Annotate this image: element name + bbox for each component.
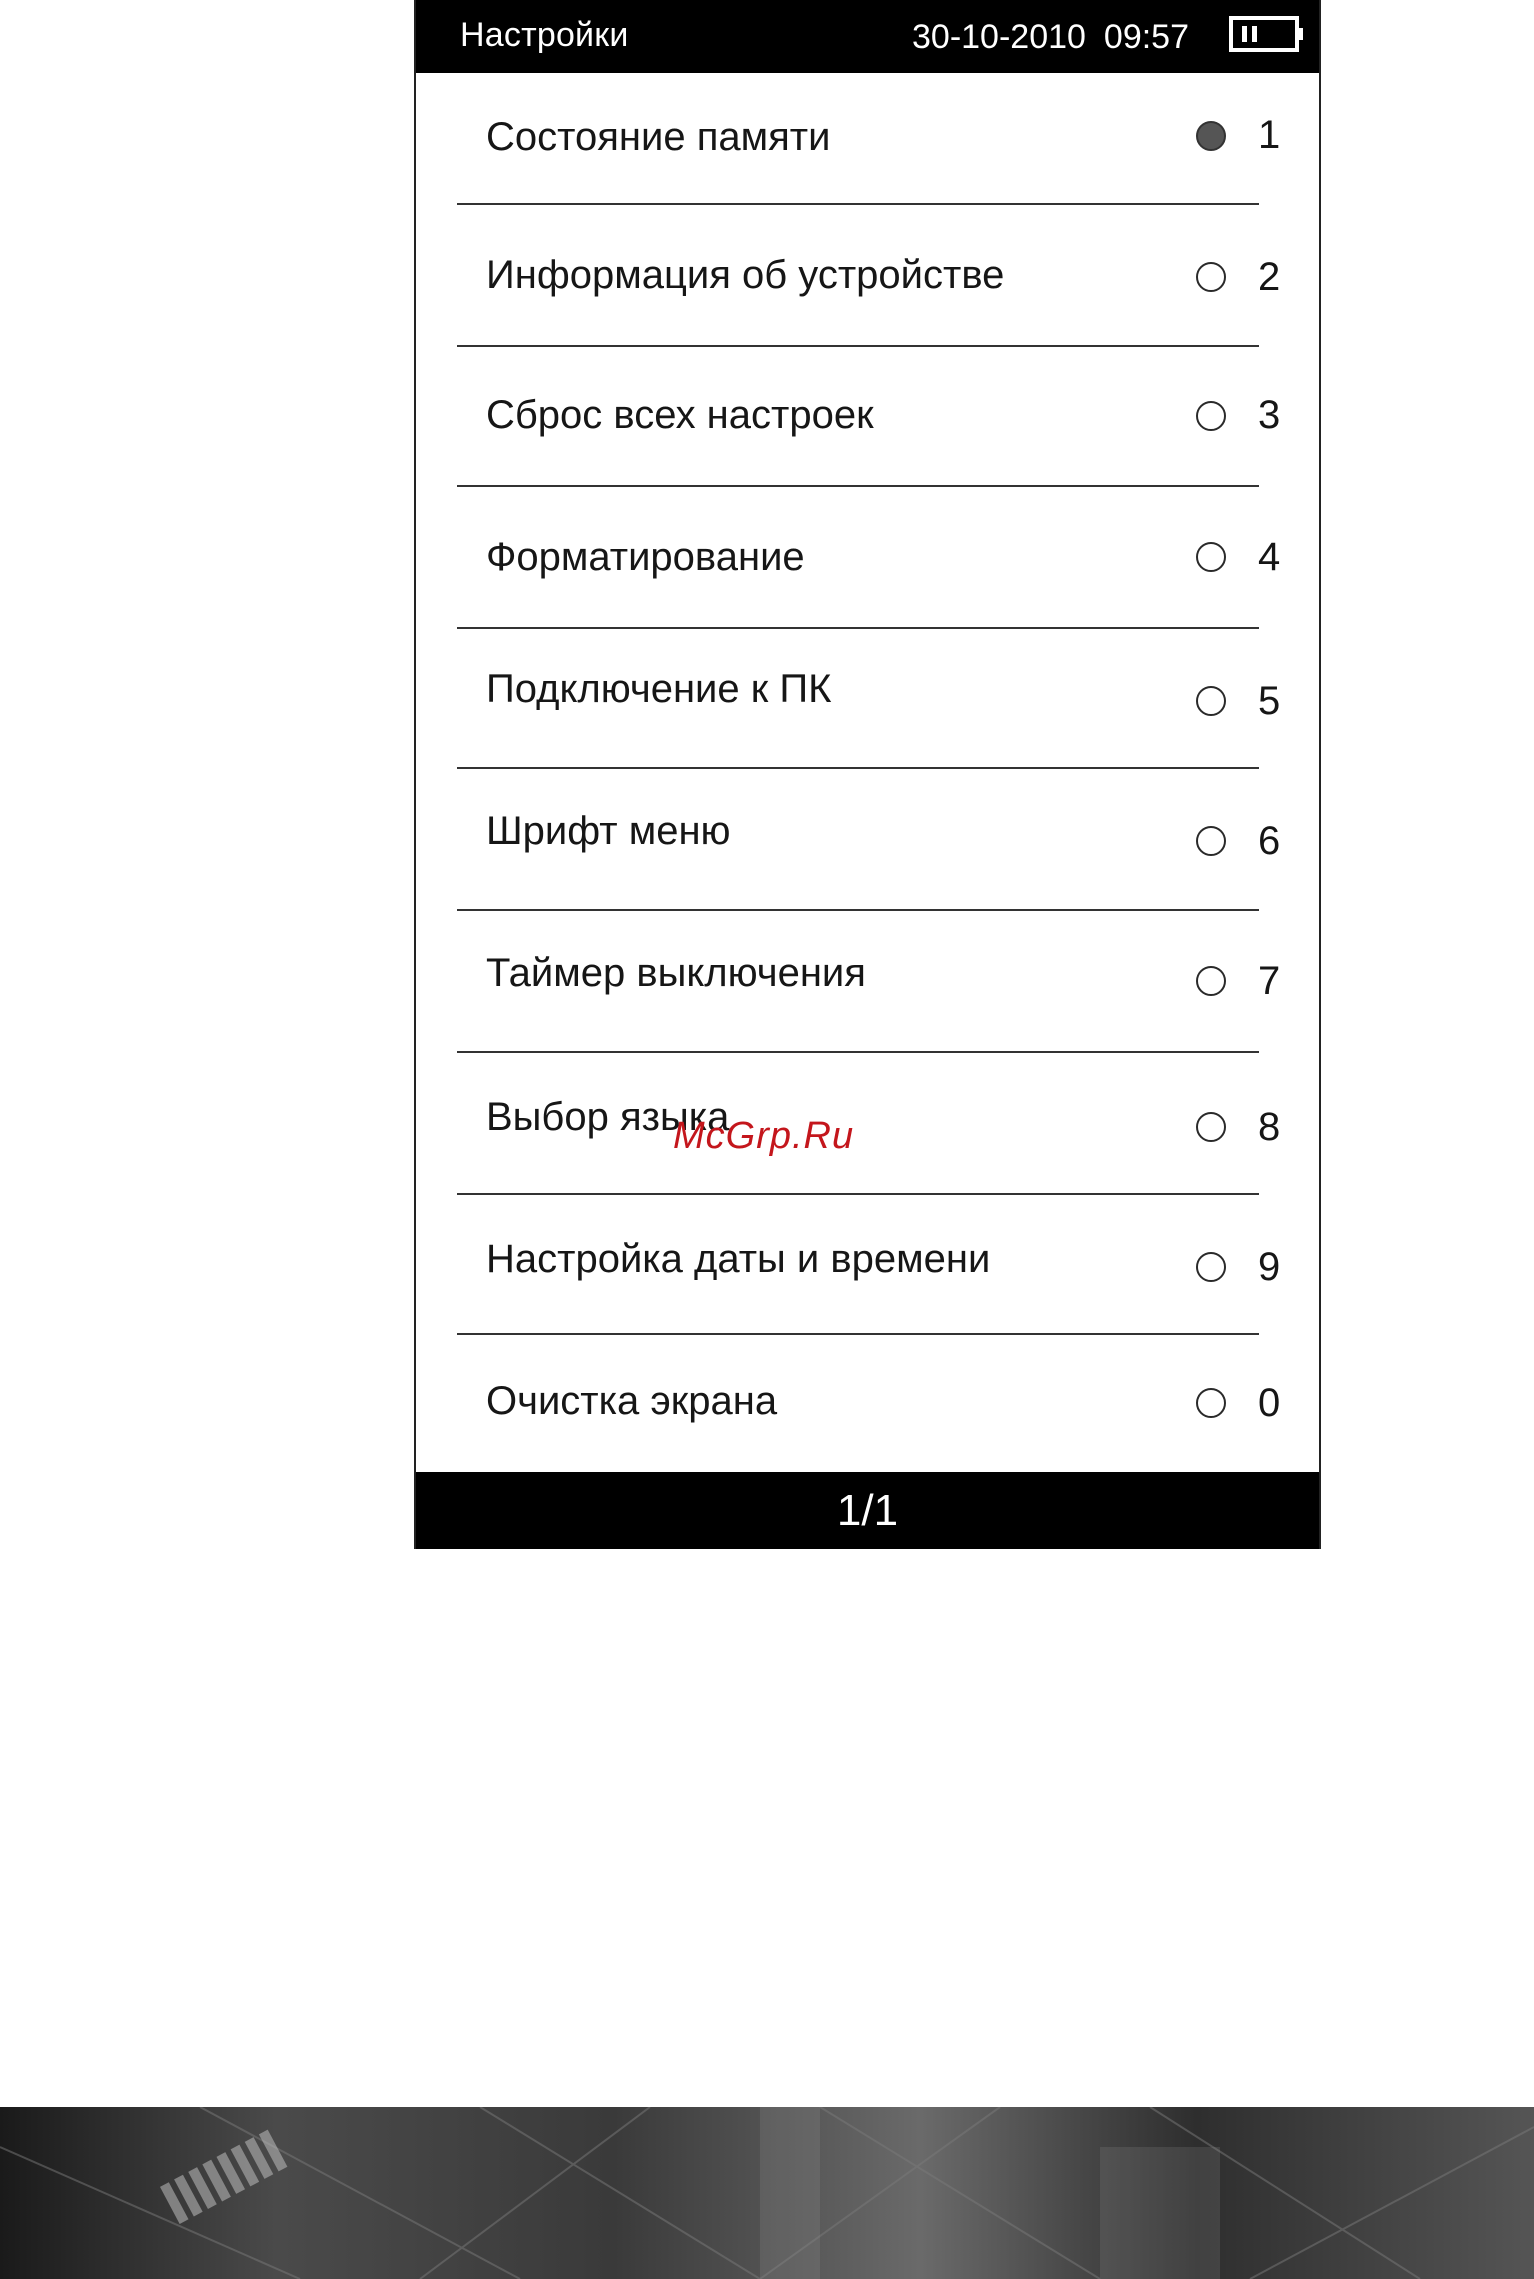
menu-item-device-info[interactable]: Информация об устройстве 2: [416, 205, 1319, 345]
date-time: 30-10-2010 09:57: [912, 18, 1189, 57]
page-footer: 1/1: [416, 1472, 1319, 1549]
radio-empty-icon[interactable]: [1196, 826, 1226, 856]
page-indicator: 1/1: [836, 1486, 899, 1535]
menu-item-number: 4: [1258, 535, 1281, 579]
status-bar: Настройки 30-10-2010 09:57: [416, 0, 1319, 73]
menu-item-number: 8: [1258, 1105, 1281, 1149]
decorative-banner: [0, 2107, 1534, 2279]
menu-item-number: 2: [1258, 255, 1281, 299]
watermark: McGrp.Ru: [673, 1115, 855, 1157]
radio-empty-icon[interactable]: [1196, 966, 1226, 996]
status-date: 30-10-2010: [912, 18, 1086, 56]
radio-empty-icon[interactable]: [1196, 1112, 1226, 1142]
menu-item-menu-font[interactable]: Шрифт меню 6: [416, 769, 1319, 909]
menu-item-number: 9: [1258, 1245, 1281, 1289]
menu-item-label: Форматирование: [486, 535, 805, 579]
menu-item-number: 0: [1258, 1381, 1281, 1425]
menu-item-screen-clear[interactable]: Очистка экрана 0: [416, 1335, 1319, 1475]
battery-icon: [1229, 16, 1303, 52]
menu-item-label: Информация об устройстве: [486, 253, 1005, 297]
menu-item-label: Подключение к ПК: [486, 667, 832, 711]
menu-item-memory-status[interactable]: Состояние памяти 1: [416, 73, 1319, 213]
status-time: 09:57: [1103, 18, 1190, 56]
radio-empty-icon[interactable]: [1196, 1388, 1226, 1418]
menu-item-pc-connection[interactable]: Подключение к ПК 5: [416, 629, 1319, 769]
menu-item-label: Сброс всех настроек: [486, 393, 874, 437]
menu-item-language[interactable]: Выбор языка 8: [416, 1053, 1319, 1193]
menu-item-number: 6: [1258, 819, 1281, 863]
banner-pattern-icon: [0, 2107, 1534, 2279]
radio-empty-icon[interactable]: [1196, 686, 1226, 716]
menu-item-label: Состояние памяти: [486, 115, 831, 159]
menu-item-label: Таймер выключения: [486, 951, 866, 995]
radio-empty-icon[interactable]: [1196, 401, 1226, 431]
radio-empty-icon[interactable]: [1196, 262, 1226, 292]
settings-screen: Настройки 30-10-2010 09:57 Состояние памя…: [414, 0, 1321, 1549]
radio-empty-icon[interactable]: [1196, 542, 1226, 572]
radio-selected-icon[interactable]: [1196, 121, 1226, 151]
menu-item-shutdown-timer[interactable]: Таймер выключения 7: [416, 911, 1319, 1051]
menu-item-label: Шрифт меню: [486, 809, 731, 853]
page-title: Настройки: [460, 16, 629, 54]
menu-item-number: 7: [1258, 959, 1281, 1003]
menu-item-label: Настройка даты и времени: [486, 1237, 991, 1281]
menu-item-number: 5: [1258, 679, 1281, 723]
radio-empty-icon[interactable]: [1196, 1252, 1226, 1282]
menu-item-date-time-settings[interactable]: Настройка даты и времени 9: [416, 1195, 1319, 1335]
menu-item-number: 3: [1258, 393, 1281, 437]
menu-item-number: 1: [1258, 113, 1281, 157]
menu-item-formatting[interactable]: Форматирование 4: [416, 487, 1319, 627]
menu-item-reset-settings[interactable]: Сброс всех настроек 3: [416, 347, 1319, 487]
menu-item-label: Очистка экрана: [486, 1379, 778, 1423]
